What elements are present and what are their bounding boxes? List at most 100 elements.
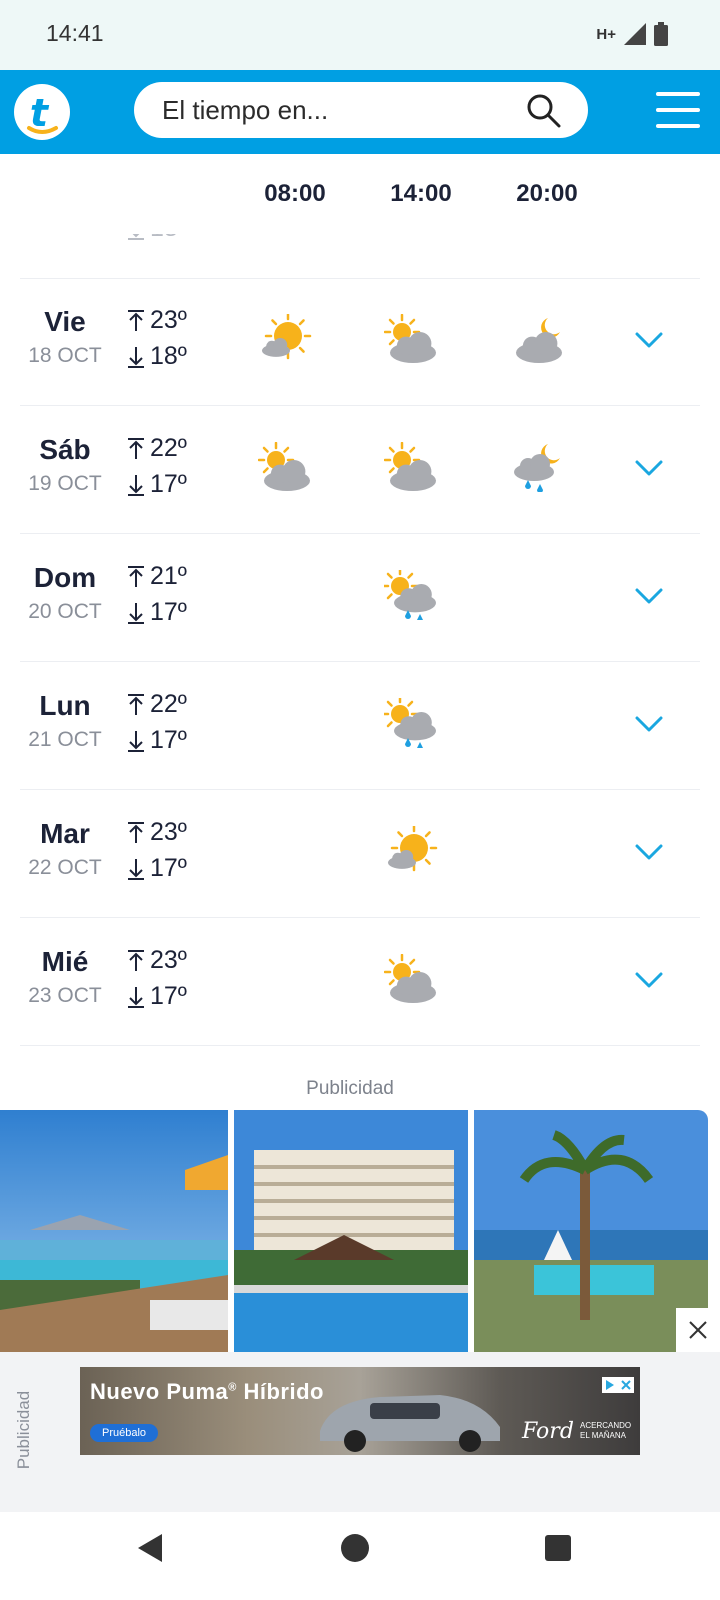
arrow-down-icon bbox=[128, 858, 144, 880]
day-date: 18 OCT bbox=[28, 344, 102, 367]
day-date: 20 OCT bbox=[28, 600, 102, 623]
sun-cloud-rain-icon bbox=[384, 698, 436, 748]
banner-cta-button[interactable]: Pruébalo bbox=[90, 1424, 159, 1442]
signal-icon bbox=[624, 23, 646, 45]
close-icon bbox=[689, 1321, 707, 1339]
arrow-down-icon bbox=[128, 474, 144, 496]
arrow-up-icon bbox=[128, 693, 144, 715]
menu-icon[interactable] bbox=[656, 92, 700, 132]
day-date: 23 OCT bbox=[28, 984, 102, 1007]
ad-gallery[interactable] bbox=[0, 1110, 708, 1352]
ad-side-label: Publicidad bbox=[14, 1390, 33, 1470]
adchoices-icon[interactable] bbox=[602, 1377, 634, 1393]
moon-cloud-rain-icon bbox=[514, 444, 560, 492]
tiempo-logo[interactable]: t bbox=[14, 84, 70, 140]
forecast-row[interactable]: Sáb 19 OCT 22º 17º bbox=[20, 406, 700, 534]
temp-max: 22º bbox=[126, 434, 187, 463]
arrow-down-icon bbox=[128, 986, 144, 1008]
day-name: Mié bbox=[41, 946, 89, 977]
forecast-row[interactable]: Vie 18 OCT 23º 18º bbox=[20, 278, 700, 406]
arrow-up-icon bbox=[128, 309, 144, 331]
forecast-row[interactable]: Mar 22 OCT 23º 17º bbox=[20, 790, 700, 918]
status-time: 14:41 bbox=[46, 20, 104, 46]
sun-behind-cloud-icon bbox=[384, 314, 436, 364]
back-icon[interactable] bbox=[136, 1532, 164, 1564]
expand-day-button[interactable] bbox=[634, 330, 664, 355]
recents-icon[interactable] bbox=[544, 1532, 572, 1564]
day-name: Mar bbox=[40, 818, 90, 849]
day-date: 19 OCT bbox=[28, 472, 102, 495]
sun-cloud-rain-icon bbox=[384, 570, 436, 620]
forecast-row[interactable]: Mié 23 OCT 23º 17º bbox=[20, 918, 700, 1046]
day-name: Vie bbox=[44, 306, 86, 337]
ford-logo: Ford bbox=[522, 1419, 574, 1444]
battery-icon bbox=[654, 22, 668, 46]
chevron-down-icon[interactable] bbox=[634, 842, 664, 862]
hour-header: 08:00 14:00 20:00 bbox=[0, 154, 720, 234]
car-image bbox=[320, 1395, 500, 1452]
close-ad-button[interactable] bbox=[676, 1308, 720, 1352]
banner-tagline: ACERCANDO EL MAÑANA bbox=[580, 1421, 632, 1440]
sun-behind-cloud-icon bbox=[384, 442, 436, 492]
banner-title: Nuevo Puma® Híbrido bbox=[90, 1379, 324, 1404]
day-date: 22 OCT bbox=[28, 856, 102, 879]
network-type: H+ bbox=[596, 25, 616, 43]
arrow-down-icon bbox=[128, 346, 144, 368]
sun-behind-cloud-icon bbox=[384, 954, 436, 1004]
sun-cloud-icon bbox=[388, 826, 438, 872]
temp-max: 23º bbox=[126, 306, 187, 335]
ad-photo-hotel[interactable] bbox=[234, 1110, 468, 1352]
chevron-down-icon[interactable] bbox=[634, 330, 664, 350]
forecast-row[interactable]: Lun 21 OCT 22º 17º bbox=[20, 662, 700, 790]
arrow-up-icon bbox=[128, 821, 144, 843]
ad-photo-pool[interactable] bbox=[0, 1110, 228, 1352]
search-input[interactable] bbox=[162, 82, 522, 138]
temp-max: 22º bbox=[126, 690, 187, 719]
ad-photo-palm[interactable] bbox=[474, 1110, 708, 1352]
status-bar: 14:41 H+ bbox=[0, 0, 720, 70]
arrow-up-icon bbox=[128, 949, 144, 971]
arrow-down-icon bbox=[128, 602, 144, 624]
arrow-up-icon bbox=[128, 565, 144, 587]
forecast-list: Vie 18 OCT 23º 18º Sáb 19 OCT 22º 17º Do… bbox=[20, 278, 700, 1046]
chevron-down-icon[interactable] bbox=[634, 970, 664, 990]
logo-icon: t bbox=[27, 91, 58, 135]
moon-cloud-icon bbox=[516, 318, 562, 364]
chevron-down-icon[interactable] bbox=[634, 586, 664, 606]
home-icon[interactable] bbox=[340, 1532, 370, 1564]
chevron-down-icon[interactable] bbox=[634, 458, 664, 478]
sun-behind-cloud-icon bbox=[258, 442, 310, 492]
day-date: 21 OCT bbox=[28, 728, 102, 751]
chevron-down-icon[interactable] bbox=[634, 714, 664, 734]
temp-max: 23º bbox=[126, 818, 187, 847]
search-icon[interactable] bbox=[526, 93, 562, 129]
system-nav-bar bbox=[0, 1512, 720, 1600]
day-name: Dom bbox=[33, 562, 97, 593]
expand-day-button[interactable] bbox=[634, 458, 664, 483]
temp-max: 23º bbox=[126, 946, 187, 975]
hour-label: 20:00 bbox=[516, 180, 578, 207]
temp-min: 18º bbox=[126, 342, 187, 371]
expand-day-button[interactable] bbox=[634, 970, 664, 995]
temp-min: 17º bbox=[126, 854, 187, 883]
expand-day-button[interactable] bbox=[634, 586, 664, 611]
hour-label: 08:00 bbox=[264, 180, 326, 207]
day-name: Lun bbox=[39, 690, 91, 721]
arrow-down-icon bbox=[128, 730, 144, 752]
arrow-up-icon bbox=[128, 437, 144, 459]
temp-min: 17º bbox=[126, 982, 187, 1011]
ad-label: Publicidad bbox=[306, 1078, 394, 1099]
temp-min: 17º bbox=[126, 598, 187, 627]
temp-min: 17º bbox=[126, 470, 187, 499]
ford-ad-banner[interactable]: Nuevo Puma® Híbrido Pruébalo Ford ACERCA… bbox=[80, 1367, 640, 1455]
app-header: t bbox=[0, 70, 720, 154]
expand-day-button[interactable] bbox=[634, 842, 664, 867]
forecast-row[interactable]: Dom 20 OCT 21º 17º bbox=[20, 534, 700, 662]
search-box[interactable] bbox=[134, 82, 588, 138]
expand-day-button[interactable] bbox=[634, 714, 664, 739]
temp-min: 17º bbox=[126, 726, 187, 755]
hour-label: 14:00 bbox=[390, 180, 452, 207]
status-icons: H+ bbox=[596, 22, 668, 46]
day-name: Sáb bbox=[39, 434, 91, 465]
sun-cloud-icon bbox=[262, 314, 312, 360]
